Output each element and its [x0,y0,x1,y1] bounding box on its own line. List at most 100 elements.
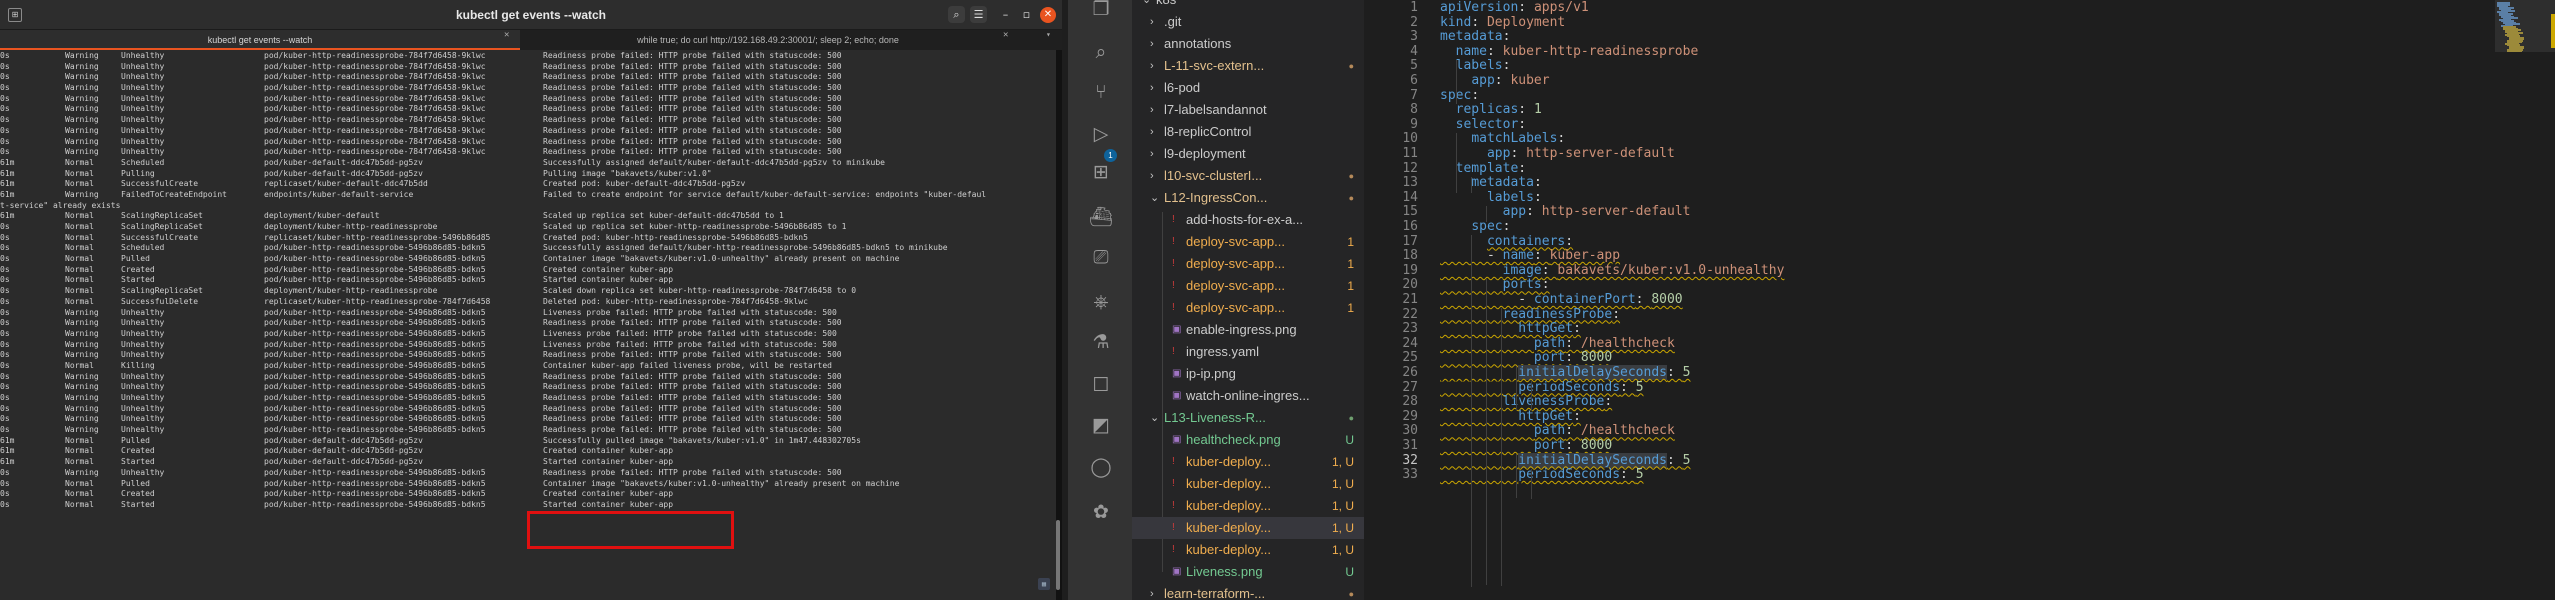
explorer-file[interactable]: ▣ Liveness.png U [1132,561,1364,583]
explorer-folder[interactable]: › l8-replicControl [1132,121,1364,143]
code-line[interactable]: 13 metadata: [1364,175,2464,191]
tab-curl-loop[interactable]: while true; do curl http://192.168.49.2:… [520,30,1016,50]
explorer-file[interactable]: ! deploy-svc-app... 1 [1132,275,1364,297]
code-line[interactable]: 11 app: http-server-default [1364,146,2464,162]
code-editor[interactable]: 1 apiVersion: apps/v1 2 kind: Deployment 3 me… [1364,0,2555,600]
code-line[interactable]: 30 path: /healthcheck [1364,424,2464,439]
code-line[interactable]: 21 - containerPort: 8000 [1364,292,2464,308]
tab-close-icon[interactable]: ✕ [1003,30,1008,40]
explorer-folder[interactable]: › learn-terraform-... ● [1132,583,1364,600]
minimize-icon[interactable]: – [997,6,1014,23]
explorer-folder[interactable]: ⌄ L12-IngressCon... ● [1132,187,1364,209]
indent-guide [1471,235,1472,587]
code-line[interactable]: 3 metadata: [1364,29,2464,45]
explorer-folder[interactable]: › annotations [1132,33,1364,55]
problem-status: 1 [1347,257,1354,271]
code-line[interactable]: 12 template: [1364,161,2464,177]
code-line[interactable]: 19 image: bakavets/kuber:v1.0-unhealthy [1364,263,2464,279]
line-number: 9 [1410,116,1418,132]
explorer-file[interactable]: ! kuber-deploy... 1, U [1132,539,1364,561]
terminal-scrollbar[interactable] [1056,520,1060,590]
chevron-right-icon: › [1150,126,1154,138]
code-line[interactable]: 20 ports: [1364,278,2464,293]
event-type: Warning [65,51,99,60]
explorer-file[interactable]: ! deploy-svc-app... 1 [1132,253,1364,275]
code-line[interactable]: 24 path: /healthcheck [1364,336,2464,352]
event-message: Created container kuber-app [543,264,674,274]
close-icon[interactable]: ✕ [1040,7,1056,23]
event-reason: Unhealthy [121,467,165,477]
explorer-file[interactable]: ! add-hosts-for-ex-a... [1132,209,1364,231]
hamburger-menu-icon[interactable]: ☰ [970,6,987,23]
explorer-folder[interactable]: ⌄ k8s [1132,0,1364,11]
code-line[interactable]: 33 periodSeconds: 5 [1364,467,2464,483]
code-line[interactable]: 25 port: 8000 [1364,351,2464,366]
code-line[interactable]: 16 spec: [1364,219,2464,235]
code-line[interactable]: 8 replicas: 1 [1364,102,2464,118]
code-line[interactable]: 2 kind: Deployment [1364,15,2464,31]
event-object: pod/kuber-default-ddc47b5dd-pg5zv [264,435,423,445]
tab-kubectl-events[interactable]: kubectl get events --watch [0,30,520,50]
explorer-file[interactable]: ! ingress.yaml [1132,341,1364,363]
code-line[interactable]: 18 - name: kuber-app [1364,248,2464,264]
source-control-icon[interactable]: ⑂ [1088,80,1114,104]
explorer-file[interactable]: ! deploy-svc-app... 1 [1132,297,1364,319]
tabs-dropdown-icon[interactable]: ▾ [1046,30,1051,39]
code-line[interactable]: 31 port: 8000 [1364,438,2464,454]
code-line[interactable]: 23 httpGet: [1364,321,2464,337]
code-line[interactable]: 7 spec: [1364,88,2464,104]
terraform-icon[interactable]: ◩ [1088,413,1114,437]
explorer-file[interactable]: ! kuber-deploy... 1, U [1132,495,1364,517]
code-line[interactable]: 9 selector: [1364,116,2464,133]
event-message: Liveness probe failed: HTTP probe failed… [543,328,837,338]
yaml-file-icon: ! [1172,478,1175,489]
tab-close-icon[interactable]: ✕ [504,30,509,40]
code-line[interactable]: 15 app: http-server-default [1364,205,2464,220]
minimap[interactable] [2495,0,2555,600]
explorer-folder[interactable]: › .git [1132,11,1364,33]
explorer-file[interactable]: ! kuber-deploy... 1, U [1132,473,1364,495]
search-icon[interactable]: ⌕ [948,6,965,23]
code-line[interactable]: 14 labels: [1364,190,2464,206]
line-number: 1 [1410,0,1418,15]
explorer-file[interactable]: ! deploy-svc-app... 1 [1132,231,1364,253]
code-line[interactable]: 17 containers: [1364,234,2464,250]
code-line[interactable]: 4 name: kuber-http-readinessprobe [1364,44,2464,60]
indent-guide [1471,177,1472,193]
explorer-folder[interactable]: › L-11-svc-extern... ● [1132,55,1364,77]
files-icon[interactable]: ❐ [1088,0,1114,21]
event-type: Normal [65,499,94,509]
testing-icon[interactable]: ⚗ [1088,330,1114,354]
code-line[interactable]: 29 httpGet: [1364,409,2464,425]
code-line[interactable]: 28 livenessProbe: [1364,394,2464,410]
explorer-file[interactable]: ▣ ip-ip.png [1132,363,1364,385]
explorer-folder[interactable]: › l10-svc-clusterI... ● [1132,165,1364,187]
explorer-file[interactable]: ▣ enable-ingress.png [1132,319,1364,341]
run-debug-icon[interactable]: ▷ [1088,122,1114,146]
code-line[interactable]: 26 initialDelaySeconds: 5 [1364,365,2464,381]
explorer-file[interactable]: ! kuber-deploy... 1, U [1132,451,1364,473]
explorer-folder[interactable]: ⌄ L13-Liveness-R... ● [1132,407,1364,429]
remote-explorer-icon[interactable]: ⎚ [1088,245,1114,269]
docker-icon[interactable]: ⛴ [1088,205,1114,229]
code-line[interactable]: 10 matchLabels: [1364,132,2464,147]
extensions-icon[interactable]: ⊞ [1088,160,1114,184]
github-icon[interactable]: ◯ [1088,455,1114,479]
explorer-folder[interactable]: › l9-deployment [1132,143,1364,165]
explorer-folder[interactable]: › l7-labelsandannot [1132,99,1364,121]
maximize-icon[interactable]: ▫ [1018,6,1035,23]
code-line[interactable]: 22 readinessProbe: [1364,307,2464,323]
code-line[interactable]: 27 periodSeconds: 5 [1364,380,2464,396]
explorer-file[interactable]: ▣ watch-online-ingres... [1132,385,1364,407]
code-line[interactable]: 32 initialDelaySeconds: 5 [1364,452,2464,469]
kubernetes-icon[interactable]: ⎈ [1088,290,1114,314]
explorer-file[interactable]: ! kuber-deploy... 1, U [1132,517,1364,539]
explorer-file[interactable]: ▣ healthcheck.png U [1132,429,1364,451]
explorer-folder[interactable]: › l6-pod [1132,77,1364,99]
search-icon[interactable]: ⌕ [1088,40,1114,64]
code-line[interactable]: 6 app: kuber [1364,73,2464,89]
chatgpt-icon[interactable]: ✿ [1088,500,1114,524]
code-line[interactable]: 1 apiVersion: apps/v1 [1364,0,2464,16]
code-line[interactable]: 5 labels: [1364,59,2464,74]
comments-icon[interactable]: ☐ [1088,373,1114,397]
